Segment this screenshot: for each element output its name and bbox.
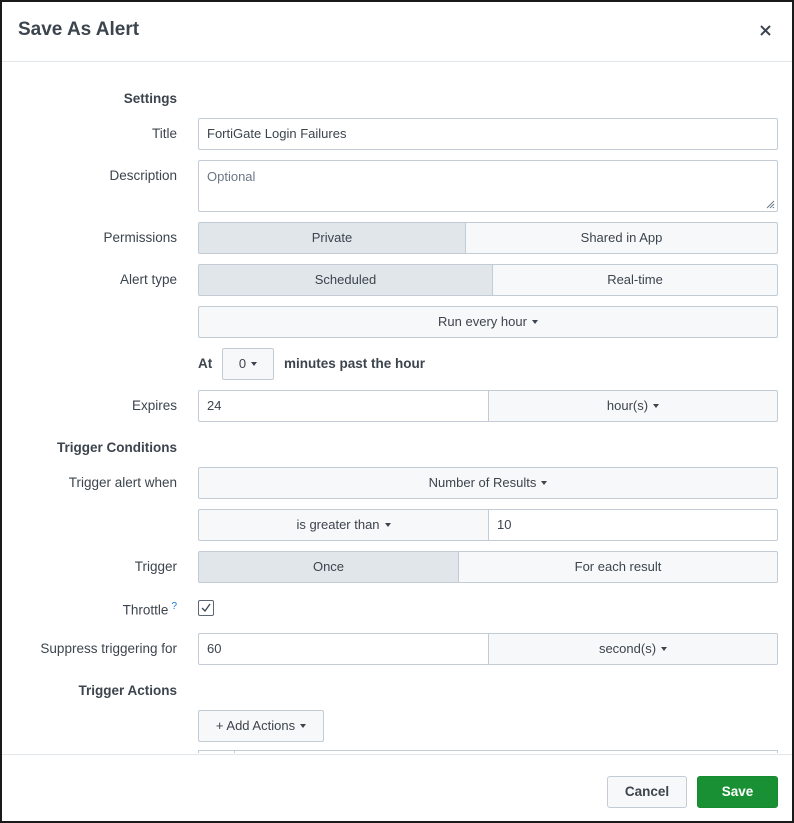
title-input[interactable]: FortiGate Login Failures — [198, 118, 778, 150]
suppress-label: Suppress triggering for — [40, 641, 177, 656]
throttle-help-link[interactable]: ? — [171, 601, 177, 612]
throttle-label: Throttle — [122, 602, 169, 618]
add-actions-label: + Add Actions — [215, 718, 296, 733]
add-actions-dropdown[interactable]: + Add Actions — [198, 710, 324, 742]
comparison-dropdown[interactable]: is greater than — [198, 509, 489, 541]
close-icon[interactable] — [754, 18, 778, 42]
chevron-down-icon — [653, 404, 660, 408]
alert-type-label: Alert type — [119, 272, 177, 287]
expires-unit-dropdown[interactable]: hour(s) — [488, 390, 778, 422]
minutes-dropdown[interactable]: 0 — [222, 348, 274, 380]
minutes-dropdown-value: 0 — [238, 356, 247, 371]
title-label: Title — [151, 126, 177, 141]
permissions-shared-button[interactable]: Shared in App — [466, 222, 778, 254]
trigger-for-each-result-button[interactable]: For each result — [459, 551, 778, 583]
save-button[interactable]: Save — [697, 776, 778, 808]
permissions-private-button[interactable]: Private — [198, 222, 466, 254]
cancel-button[interactable]: Cancel — [607, 776, 687, 808]
chevron-down-icon — [300, 724, 307, 728]
chevron-down-icon — [531, 320, 538, 324]
actions-table — [198, 750, 778, 753]
expires-label: Expires — [131, 398, 177, 413]
alert-type-realtime-button[interactable]: Real-time — [493, 264, 778, 296]
trigger-when-dropdown[interactable]: Number of Results — [198, 467, 778, 499]
trigger-label: Trigger — [134, 559, 177, 574]
trigger-actions-section-heading: Trigger Actions — [78, 683, 177, 698]
description-placeholder: Optional — [207, 169, 256, 184]
throttle-checkbox[interactable] — [198, 600, 214, 616]
schedule-dropdown[interactable]: Run every hour — [198, 306, 778, 338]
resize-handle-icon[interactable] — [766, 200, 775, 209]
schedule-dropdown-label: Run every hour — [438, 314, 527, 329]
alert-type-scheduled-button[interactable]: Scheduled — [198, 264, 493, 296]
chevron-down-icon — [384, 523, 391, 527]
trigger-when-value: Number of Results — [428, 475, 537, 490]
comparison-value: is greater than — [296, 517, 380, 532]
permissions-label: Permissions — [103, 230, 177, 245]
actions-table-divider — [234, 751, 235, 753]
checkmark-icon — [201, 603, 211, 613]
dialog-title: Save As Alert — [18, 19, 140, 40]
threshold-input[interactable]: 10 — [488, 509, 778, 541]
expires-unit-label: hour(s) — [606, 398, 649, 413]
chevron-down-icon — [661, 647, 668, 651]
chevron-down-icon — [251, 362, 258, 366]
dialog-header: Save As Alert — [2, 2, 792, 62]
suppress-unit-label: second(s) — [598, 641, 657, 656]
settings-section-heading: Settings — [123, 91, 177, 106]
trigger-when-label: Trigger alert when — [68, 475, 177, 490]
suppress-input[interactable]: 60 — [198, 633, 489, 665]
save-as-alert-dialog: Save As Alert Settings Title FortiGate L… — [0, 0, 794, 823]
chevron-down-icon — [541, 481, 548, 485]
dialog-footer: Cancel Save — [2, 754, 792, 821]
minutes-suffix: minutes past the hour — [284, 356, 426, 371]
at-label: At — [198, 356, 213, 371]
description-label: Description — [109, 168, 177, 183]
expires-input[interactable]: 24 — [198, 390, 489, 422]
description-textarea[interactable]: Optional — [198, 160, 778, 212]
trigger-conditions-section-heading: Trigger Conditions — [57, 440, 177, 455]
suppress-unit-dropdown[interactable]: second(s) — [488, 633, 778, 665]
throttle-label-wrap: Throttle? — [2, 601, 177, 618]
trigger-once-button[interactable]: Once — [198, 551, 459, 583]
dialog-body: Settings Title FortiGate Login Failures … — [2, 63, 792, 753]
